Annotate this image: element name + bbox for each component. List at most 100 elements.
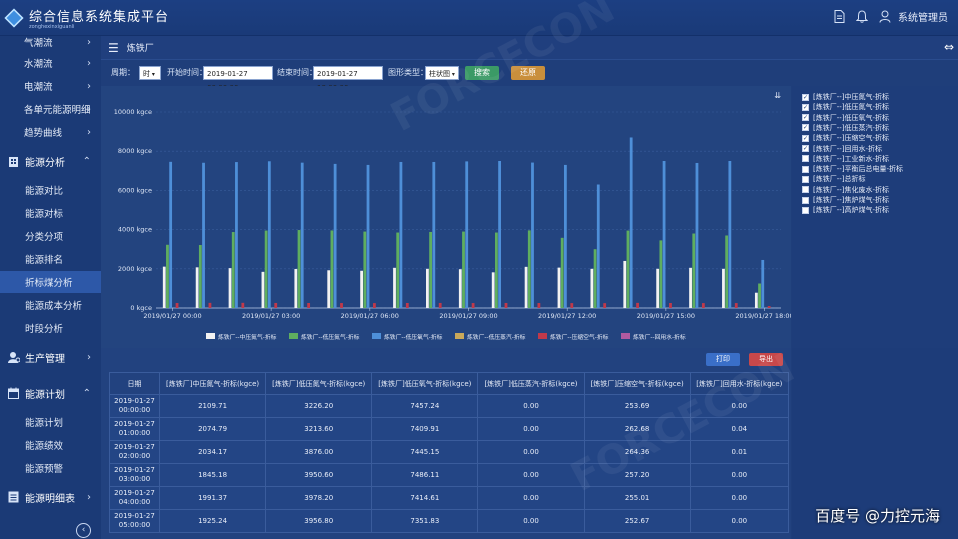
print-button[interactable]: 打印 [706,353,740,366]
sidebar-item-performance[interactable]: 能源绩效 [0,434,101,456]
chart-bar [294,268,298,308]
sidebar-item-energy-compare[interactable]: 能源对比 [0,179,101,201]
sidebar-item-label: 能源绩效 [25,441,64,452]
page-title: 炼铁厂 [126,44,154,54]
checkbox[interactable]: ✓ [802,124,809,132]
chart-bar [373,303,376,308]
table-row[interactable]: 2019-01-27 02:00:00 2034.17 3876.00 7445.15 0… [109,440,790,464]
menu-icon[interactable]: ☰ [108,41,119,55]
chart-bar [340,303,343,308]
series-toggle[interactable]: ✓ [炼铁厂--]低压氮气-折标 [802,102,889,112]
chart-bar [498,161,501,308]
table-row[interactable]: 2019-01-27 00:00:00 2109.71 3226.20 7457.24 0… [109,394,790,418]
table-row[interactable]: 2019-01-27 03:00:00 1845.18 3950.60 7486.11 0… [109,463,790,487]
checkbox[interactable]: ✓ [802,114,809,122]
collapse-sidebar-icon[interactable]: ‹ [76,523,91,538]
sidebar-group-production[interactable]: 生产管理 › [0,343,101,371]
fullscreen-arrows-icon[interactable]: ⇔ [944,40,954,54]
sidebar-item-energy-ranking[interactable]: 能源排名 [0,248,101,270]
checkbox[interactable] [802,196,809,204]
series-toggle-label: [炼铁厂--]低压氮气-折标 [813,103,890,112]
series-toggle[interactable]: [炼铁厂--]总折标 [802,174,866,184]
table-cell: 264.36 [583,440,691,464]
checkbox[interactable]: ✓ [802,134,809,142]
chart-bar [195,267,199,308]
checkbox[interactable] [802,186,809,194]
sidebar-group-energy-plan[interactable]: 能源计划 ⌃ [0,379,101,407]
checkbox[interactable] [802,155,809,163]
search-button[interactable]: 搜索 [465,66,499,80]
col-header[interactable]: [炼铁厂]回用水-折标(kgce) [689,372,790,395]
document-icon[interactable] [833,9,845,24]
period-label: 周期： [111,68,135,77]
checkbox[interactable]: ✓ [802,103,809,111]
series-toggle[interactable]: [炼铁厂--]工业新水-折标 [802,154,889,164]
col-header[interactable]: [炼铁厂]压缩空气-折标(kgce) [583,372,691,395]
series-toggle-label: [炼铁厂--]总折标 [813,175,866,184]
series-toggle[interactable]: [炼铁厂--]高炉煤气-折标 [802,205,889,215]
table-row[interactable]: 2019-01-27 04:00:00 1991.37 3978.20 7414.61 0… [109,486,790,510]
sidebar-item-warning[interactable]: 能源预警 [0,457,101,479]
export-button[interactable]: 导出 [749,353,783,366]
start-time-input[interactable]: 2019-01-27 00:00:00 [203,66,273,92]
sidebar-item-water-flow[interactable]: 水潮流 › [0,52,101,74]
chart-bar [662,161,666,308]
end-time-label: 结束时间： [277,68,317,77]
sidebar-item-energy-benchmark[interactable]: 能源对标 [0,202,101,224]
sidebar-group-energy-analysis[interactable]: 能源分析 ⌃ [0,147,101,175]
end-time-input[interactable]: 2019-01-27 18:00:00 [313,66,383,92]
sidebar-item-label: 能源对比 [25,186,64,197]
series-toggle[interactable]: ✓ [炼铁厂--]低压蒸汽-折标 [802,123,889,133]
user-icon[interactable] [879,10,891,24]
sidebar-item-cost-analysis[interactable]: 能源成本分析 [0,294,101,316]
table-cell: 0.00 [477,463,585,487]
series-toggle-label: [炼铁厂--]低压氧气-折标 [813,113,890,122]
period-select[interactable]: 时 ▾ [139,66,161,80]
sidebar-item-coal-analysis[interactable]: 折标煤分析 [0,271,101,293]
start-time-label: 开始时间： [167,68,207,77]
col-header-date[interactable]: 日期 [109,372,160,395]
sidebar-item-gas-flow[interactable]: 气潮流 › [0,31,101,53]
sidebar-item-classification[interactable]: 分类分项 [0,225,101,247]
legend-swatch [455,333,464,339]
chart-bar [491,272,495,308]
sidebar-item-unit-detail[interactable]: 各单元能源明细 › [0,98,101,120]
sidebar-item-trend[interactable]: 趋势曲线 › [0,121,101,143]
table-row[interactable]: 2019-01-27 01:00:00 2074.79 3213.60 7409.91 0… [109,417,790,441]
table-row[interactable]: 2019-01-27 05:00:00 1925.24 3956.80 7351.83 0… [109,509,790,533]
checkbox[interactable]: ✓ [802,93,809,101]
bell-icon[interactable] [855,9,869,24]
series-toggle[interactable]: [炼铁厂--]焦化废水-折标 [802,185,889,195]
series-toggle[interactable]: ✓ [炼铁厂--]低压氧气-折标 [802,113,889,123]
chevron-right-icon: › [87,126,91,138]
col-header[interactable]: [炼铁厂]低压蒸汽-折标(kgce) [477,372,585,395]
reset-button[interactable]: 还原 [511,66,545,80]
username-label[interactable]: 系统管理员 [898,9,948,24]
sidebar-item-label: 水潮流 [24,59,53,70]
table-cell: 3213.60 [265,417,373,441]
table-cell: 7457.24 [371,394,479,418]
checkbox[interactable] [802,175,809,183]
chart-type-select[interactable]: 柱状图 ▾ [425,66,459,80]
chart-type-label: 图形类型： [388,68,428,77]
checkbox[interactable] [802,165,809,173]
sidebar-item-period-analysis[interactable]: 时段分析 [0,317,101,339]
checkbox[interactable]: ✓ [802,145,809,152]
series-toggle[interactable]: [炼铁厂--]平衡后总电量-折标 [802,164,903,174]
sidebar-item-power-flow[interactable]: 电潮流 › [0,75,101,97]
series-toggle[interactable]: [炼铁厂--]焦炉煤气-折标 [802,195,889,205]
series-toggle[interactable]: ✓ [炼铁厂--]中压氮气-折标 [802,92,889,102]
chart-bar [297,230,301,308]
checkbox[interactable] [802,206,809,214]
chart-bar [264,230,268,308]
sidebar-item-plan[interactable]: 能源计划 [0,411,101,433]
series-toggle[interactable]: ✓ [炼铁厂--]压缩空气-折标 [802,133,889,143]
sidebar-group-energy-report[interactable]: 能源明细表 › [0,483,101,511]
col-header[interactable]: [炼铁厂]中压氮气-折标(kgce) [158,372,267,395]
chart-bar [524,266,528,308]
chart-bar [429,231,433,308]
col-header[interactable]: [炼铁厂]低压氮气-折标(kgce) [265,372,373,395]
series-toggle[interactable]: ✓ [炼铁厂--]回用水-折标 [802,144,882,154]
col-header[interactable]: [炼铁厂]低压氧气-折标(kgce) [371,372,479,395]
chevron-up-icon: ⌃ [82,155,91,167]
